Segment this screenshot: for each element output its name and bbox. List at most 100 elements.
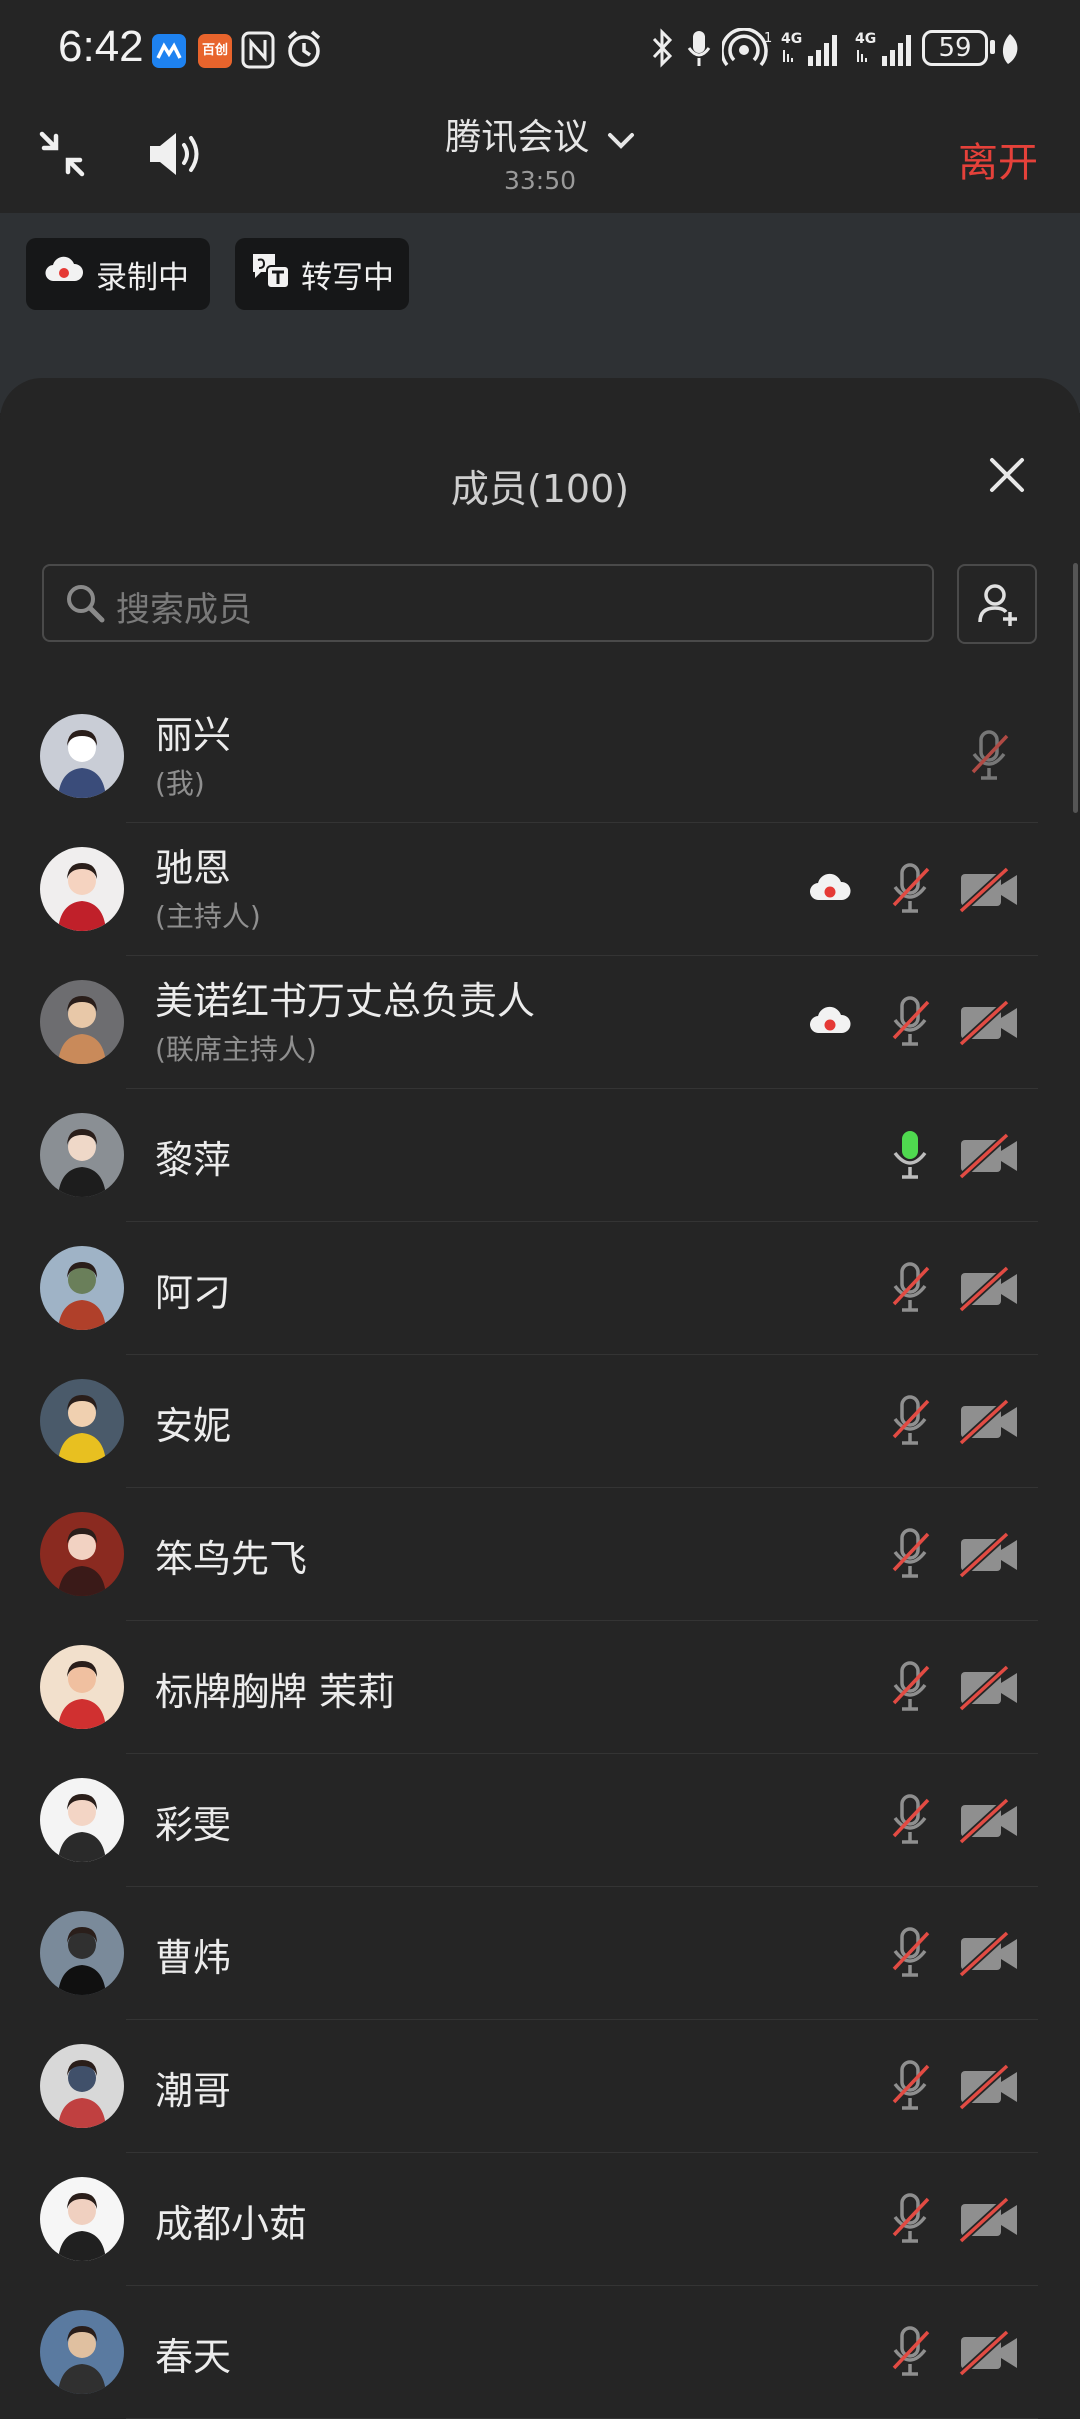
- member-name: 笨鸟先飞: [155, 1537, 308, 1581]
- member-name: 黎萍: [155, 1138, 232, 1182]
- battery-tip: [990, 40, 995, 54]
- camera-off-icon[interactable]: [957, 1930, 1021, 1981]
- camera-off-icon[interactable]: [957, 1531, 1021, 1582]
- member-name: 安妮: [155, 1404, 232, 1448]
- baichuang-app-icon: 百创: [198, 34, 232, 68]
- cloud-record-icon: [44, 255, 84, 293]
- chevron-down-icon: [607, 119, 635, 160]
- add-user-icon: [977, 582, 1021, 632]
- member-name: 丽兴: [155, 713, 232, 757]
- avatar[interactable]: [40, 1379, 124, 1463]
- member-name: 美诺红书万丈总负责人: [155, 979, 536, 1023]
- microphone-muted-icon[interactable]: [888, 1393, 932, 1451]
- alarm-icon: [284, 28, 324, 74]
- member-row[interactable]: 潮哥: [0, 2020, 1080, 2153]
- recording-label: 录制中: [96, 259, 189, 296]
- avatar[interactable]: [40, 714, 124, 798]
- camera-off-icon[interactable]: [957, 2329, 1021, 2380]
- member-row[interactable]: 丽兴 (我): [0, 690, 1080, 823]
- microphone-muted-icon[interactable]: [888, 1925, 932, 1983]
- member-name: 驰恩: [155, 846, 232, 890]
- camera-off-icon[interactable]: [957, 1265, 1021, 1316]
- camera-off-icon[interactable]: [957, 866, 1021, 917]
- recording-status-chip[interactable]: 录制中: [26, 238, 210, 310]
- avatar[interactable]: [40, 2310, 124, 2394]
- avatar[interactable]: [40, 1246, 124, 1330]
- meeting-title-button[interactable]: 腾讯会议: [0, 108, 1080, 160]
- member-name: 彩雯: [155, 1803, 232, 1847]
- avatar[interactable]: [40, 1778, 124, 1862]
- member-name: 曹炜: [155, 1936, 232, 1980]
- member-row[interactable]: 春天: [0, 2286, 1080, 2419]
- microphone-muted-icon[interactable]: [888, 1526, 932, 1584]
- member-row[interactable]: 阿刁: [0, 1222, 1080, 1355]
- member-name: 标牌胸牌 茉莉: [155, 1670, 396, 1714]
- meeting-timer: 33:50: [503, 166, 577, 195]
- microphone-muted-icon[interactable]: [888, 1792, 932, 1850]
- member-role: (我): [155, 767, 205, 800]
- member-row[interactable]: 曹炜: [0, 1887, 1080, 2020]
- avatar[interactable]: [40, 2044, 124, 2128]
- transcribing-label: 转写中: [301, 259, 394, 296]
- avatar[interactable]: [40, 980, 124, 1064]
- microphone-muted-icon[interactable]: [888, 994, 932, 1052]
- avatar[interactable]: [40, 1645, 124, 1729]
- panel-title: 成员(100): [450, 467, 630, 511]
- power-saving-leaf-icon: [1000, 32, 1020, 70]
- cellular-signal-2-icon: 4G: [854, 30, 916, 72]
- transcribing-status-chip[interactable]: 转写中: [235, 238, 409, 310]
- invite-member-button[interactable]: [957, 564, 1037, 644]
- status-time: 6:42: [58, 22, 144, 71]
- camera-off-icon[interactable]: [957, 1398, 1021, 1449]
- camera-off-icon[interactable]: [957, 2063, 1021, 2114]
- hotspot-icon: 1: [720, 27, 774, 72]
- cloud-recording-icon: [808, 873, 852, 909]
- member-row[interactable]: 成都小茹: [0, 2153, 1080, 2286]
- member-role: (联席主持人): [155, 1033, 317, 1066]
- member-row[interactable]: 驰恩 (主持人): [0, 823, 1080, 956]
- meeting-title: 腾讯会议: [445, 117, 590, 158]
- avatar[interactable]: [40, 1512, 124, 1596]
- battery-indicator: 59: [922, 30, 988, 66]
- member-row[interactable]: 黎萍: [0, 1089, 1080, 1222]
- member-row[interactable]: 笨鸟先飞: [0, 1488, 1080, 1621]
- cloud-recording-icon: [808, 1006, 852, 1042]
- microphone-muted-icon[interactable]: [888, 2324, 932, 2382]
- avatar[interactable]: [40, 1911, 124, 1995]
- camera-off-icon[interactable]: [957, 2196, 1021, 2247]
- microphone-muted-icon[interactable]: [888, 2191, 932, 2249]
- svg-text:1: 1: [764, 31, 772, 46]
- close-icon[interactable]: [988, 456, 1026, 498]
- bluetooth-icon: [650, 28, 676, 72]
- leave-button[interactable]: 离开: [958, 130, 1038, 188]
- search-icon: [64, 582, 106, 628]
- member-name: 成都小茹: [155, 2202, 308, 2246]
- member-role: (主持人): [155, 900, 261, 933]
- avatar[interactable]: [40, 1113, 124, 1197]
- camera-off-icon[interactable]: [957, 1664, 1021, 1715]
- microphone-muted-icon[interactable]: [888, 1260, 932, 1318]
- transcribe-icon: [249, 250, 291, 298]
- avatar[interactable]: [40, 847, 124, 931]
- search-placeholder: 搜索成员: [116, 590, 252, 630]
- app-notification-icon: [152, 34, 186, 68]
- microphone-muted-icon[interactable]: [888, 2058, 932, 2116]
- microphone-muted-icon[interactable]: [967, 728, 1011, 786]
- member-row[interactable]: 安妮: [0, 1355, 1080, 1488]
- camera-off-icon[interactable]: [957, 999, 1021, 1050]
- camera-off-icon[interactable]: [957, 1797, 1021, 1848]
- member-row[interactable]: 美诺红书万丈总负责人 (联席主持人): [0, 956, 1080, 1089]
- svg-text:4G: 4G: [781, 31, 802, 47]
- microphone-on-icon[interactable]: [888, 1127, 932, 1185]
- member-name: 潮哥: [155, 2069, 232, 2113]
- camera-off-icon[interactable]: [957, 1132, 1021, 1183]
- microphone-muted-icon[interactable]: [888, 861, 932, 919]
- member-row[interactable]: 标牌胸牌 茉莉: [0, 1621, 1080, 1754]
- member-name: 阿刁: [155, 1271, 232, 1315]
- microphone-muted-icon[interactable]: [888, 1659, 932, 1717]
- avatar[interactable]: [40, 2177, 124, 2261]
- member-row[interactable]: 彩雯: [0, 1754, 1080, 1887]
- nfc-icon: [240, 30, 276, 74]
- svg-text:4G: 4G: [855, 31, 876, 47]
- member-name: 春天: [155, 2335, 232, 2379]
